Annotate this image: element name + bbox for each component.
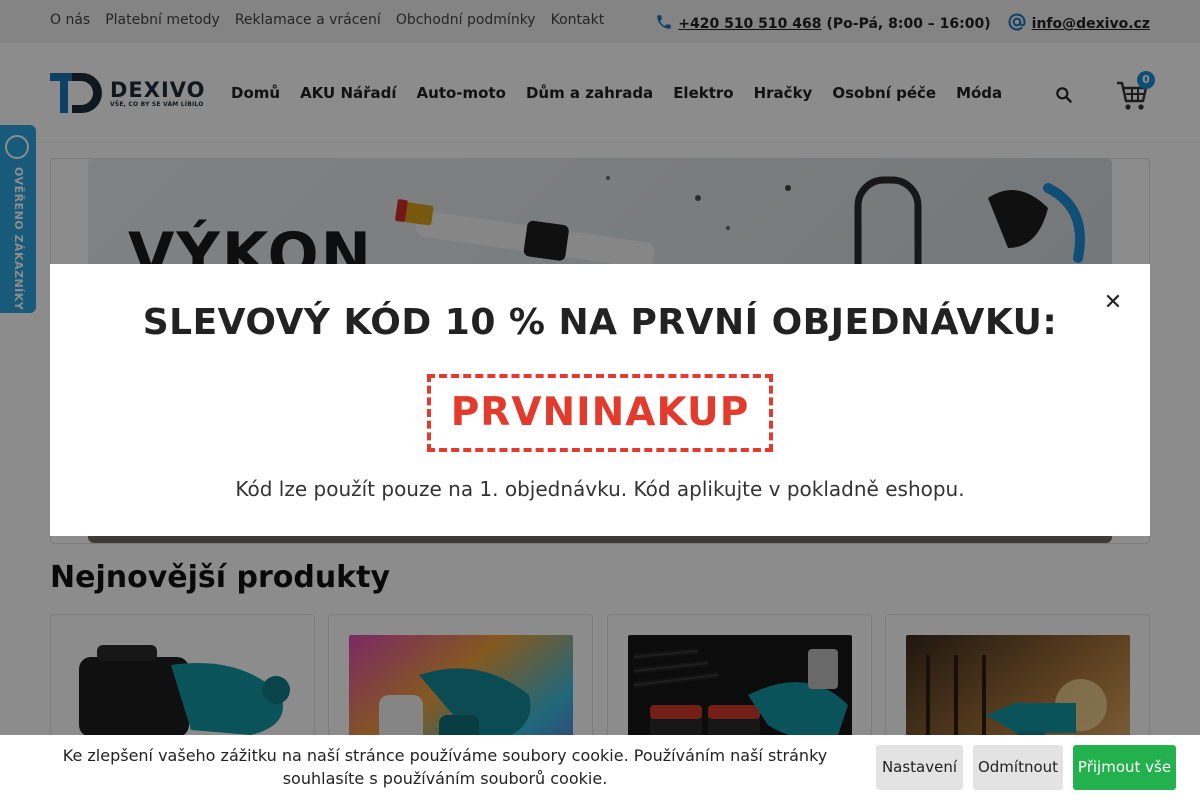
modal-title: SLEVOVÝ KÓD 10 % NA PRVNÍ OBJEDNÁVKU: — [142, 302, 1058, 343]
discount-code[interactable]: PRVNINAKUP — [427, 374, 773, 452]
cookie-reject-button[interactable]: Odmítnout — [973, 745, 1063, 790]
modal-note: Kód lze použít pouze na 1. objednávku. K… — [235, 477, 965, 501]
cookie-accept-all-button[interactable]: Přijmout vše — [1073, 745, 1176, 790]
cookie-settings-button[interactable]: Nastavení — [876, 745, 963, 790]
cookie-text: Ke zlepšení vašeho zážitku na naší strán… — [62, 746, 828, 788]
close-icon[interactable]: ✕ — [1102, 292, 1124, 314]
